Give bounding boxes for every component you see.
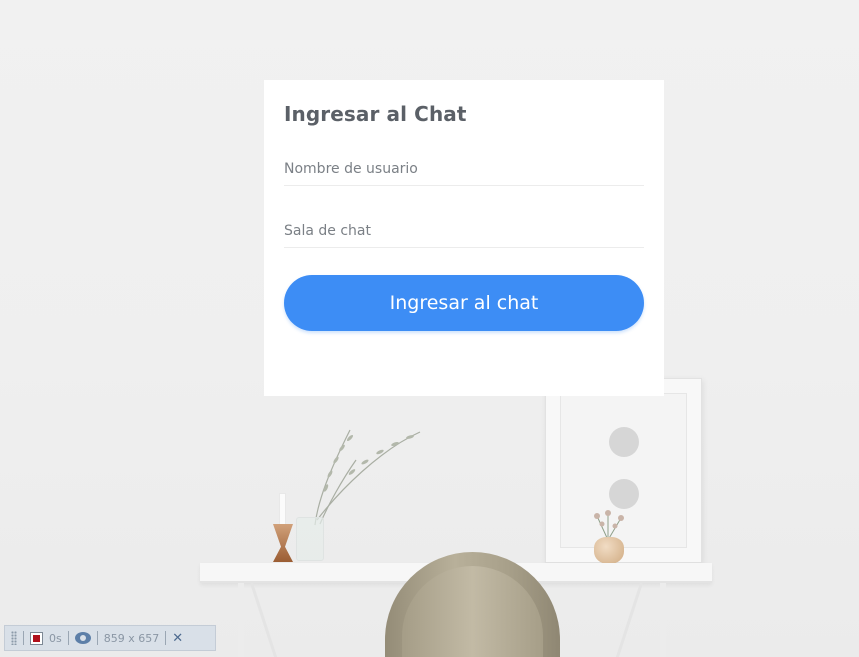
desk-leg-right <box>660 583 666 657</box>
plant-pot <box>594 537 624 564</box>
dimensions-readout: 859 x 657 <box>103 631 160 645</box>
background-scene: Ingresar al Chat Ingresar al chat 0s 859… <box>0 0 859 657</box>
grip-icon[interactable] <box>11 631 17 645</box>
record-stop-icon[interactable] <box>30 631 43 645</box>
toolbar-divider <box>23 631 24 645</box>
desk-brace-left <box>250 582 281 657</box>
capture-toolbar: 0s 859 x 657 ✕ <box>4 625 216 651</box>
username-input[interactable] <box>284 152 644 186</box>
candle-holder <box>273 524 293 562</box>
chat-room-input[interactable] <box>284 214 644 248</box>
frame-circle-bottom <box>609 479 639 509</box>
frame-circle-top <box>609 427 639 457</box>
close-icon[interactable]: ✕ <box>172 631 183 646</box>
toolbar-divider <box>67 631 69 645</box>
login-card: Ingresar al Chat Ingresar al chat <box>264 80 664 396</box>
candle <box>279 493 286 525</box>
dried-plant-illustration <box>314 429 421 526</box>
toolbar-divider <box>96 631 98 645</box>
login-title: Ingresar al Chat <box>284 102 467 126</box>
chair-seat-shell <box>402 566 543 657</box>
toolbar-divider <box>165 631 167 645</box>
timer-readout: 0s <box>49 631 62 645</box>
glass-vase <box>296 517 324 561</box>
join-chat-button[interactable]: Ingresar al chat <box>284 275 644 331</box>
eye-icon[interactable] <box>74 632 91 644</box>
desk-brace-right <box>612 582 643 657</box>
desk-leg-left <box>238 583 244 657</box>
